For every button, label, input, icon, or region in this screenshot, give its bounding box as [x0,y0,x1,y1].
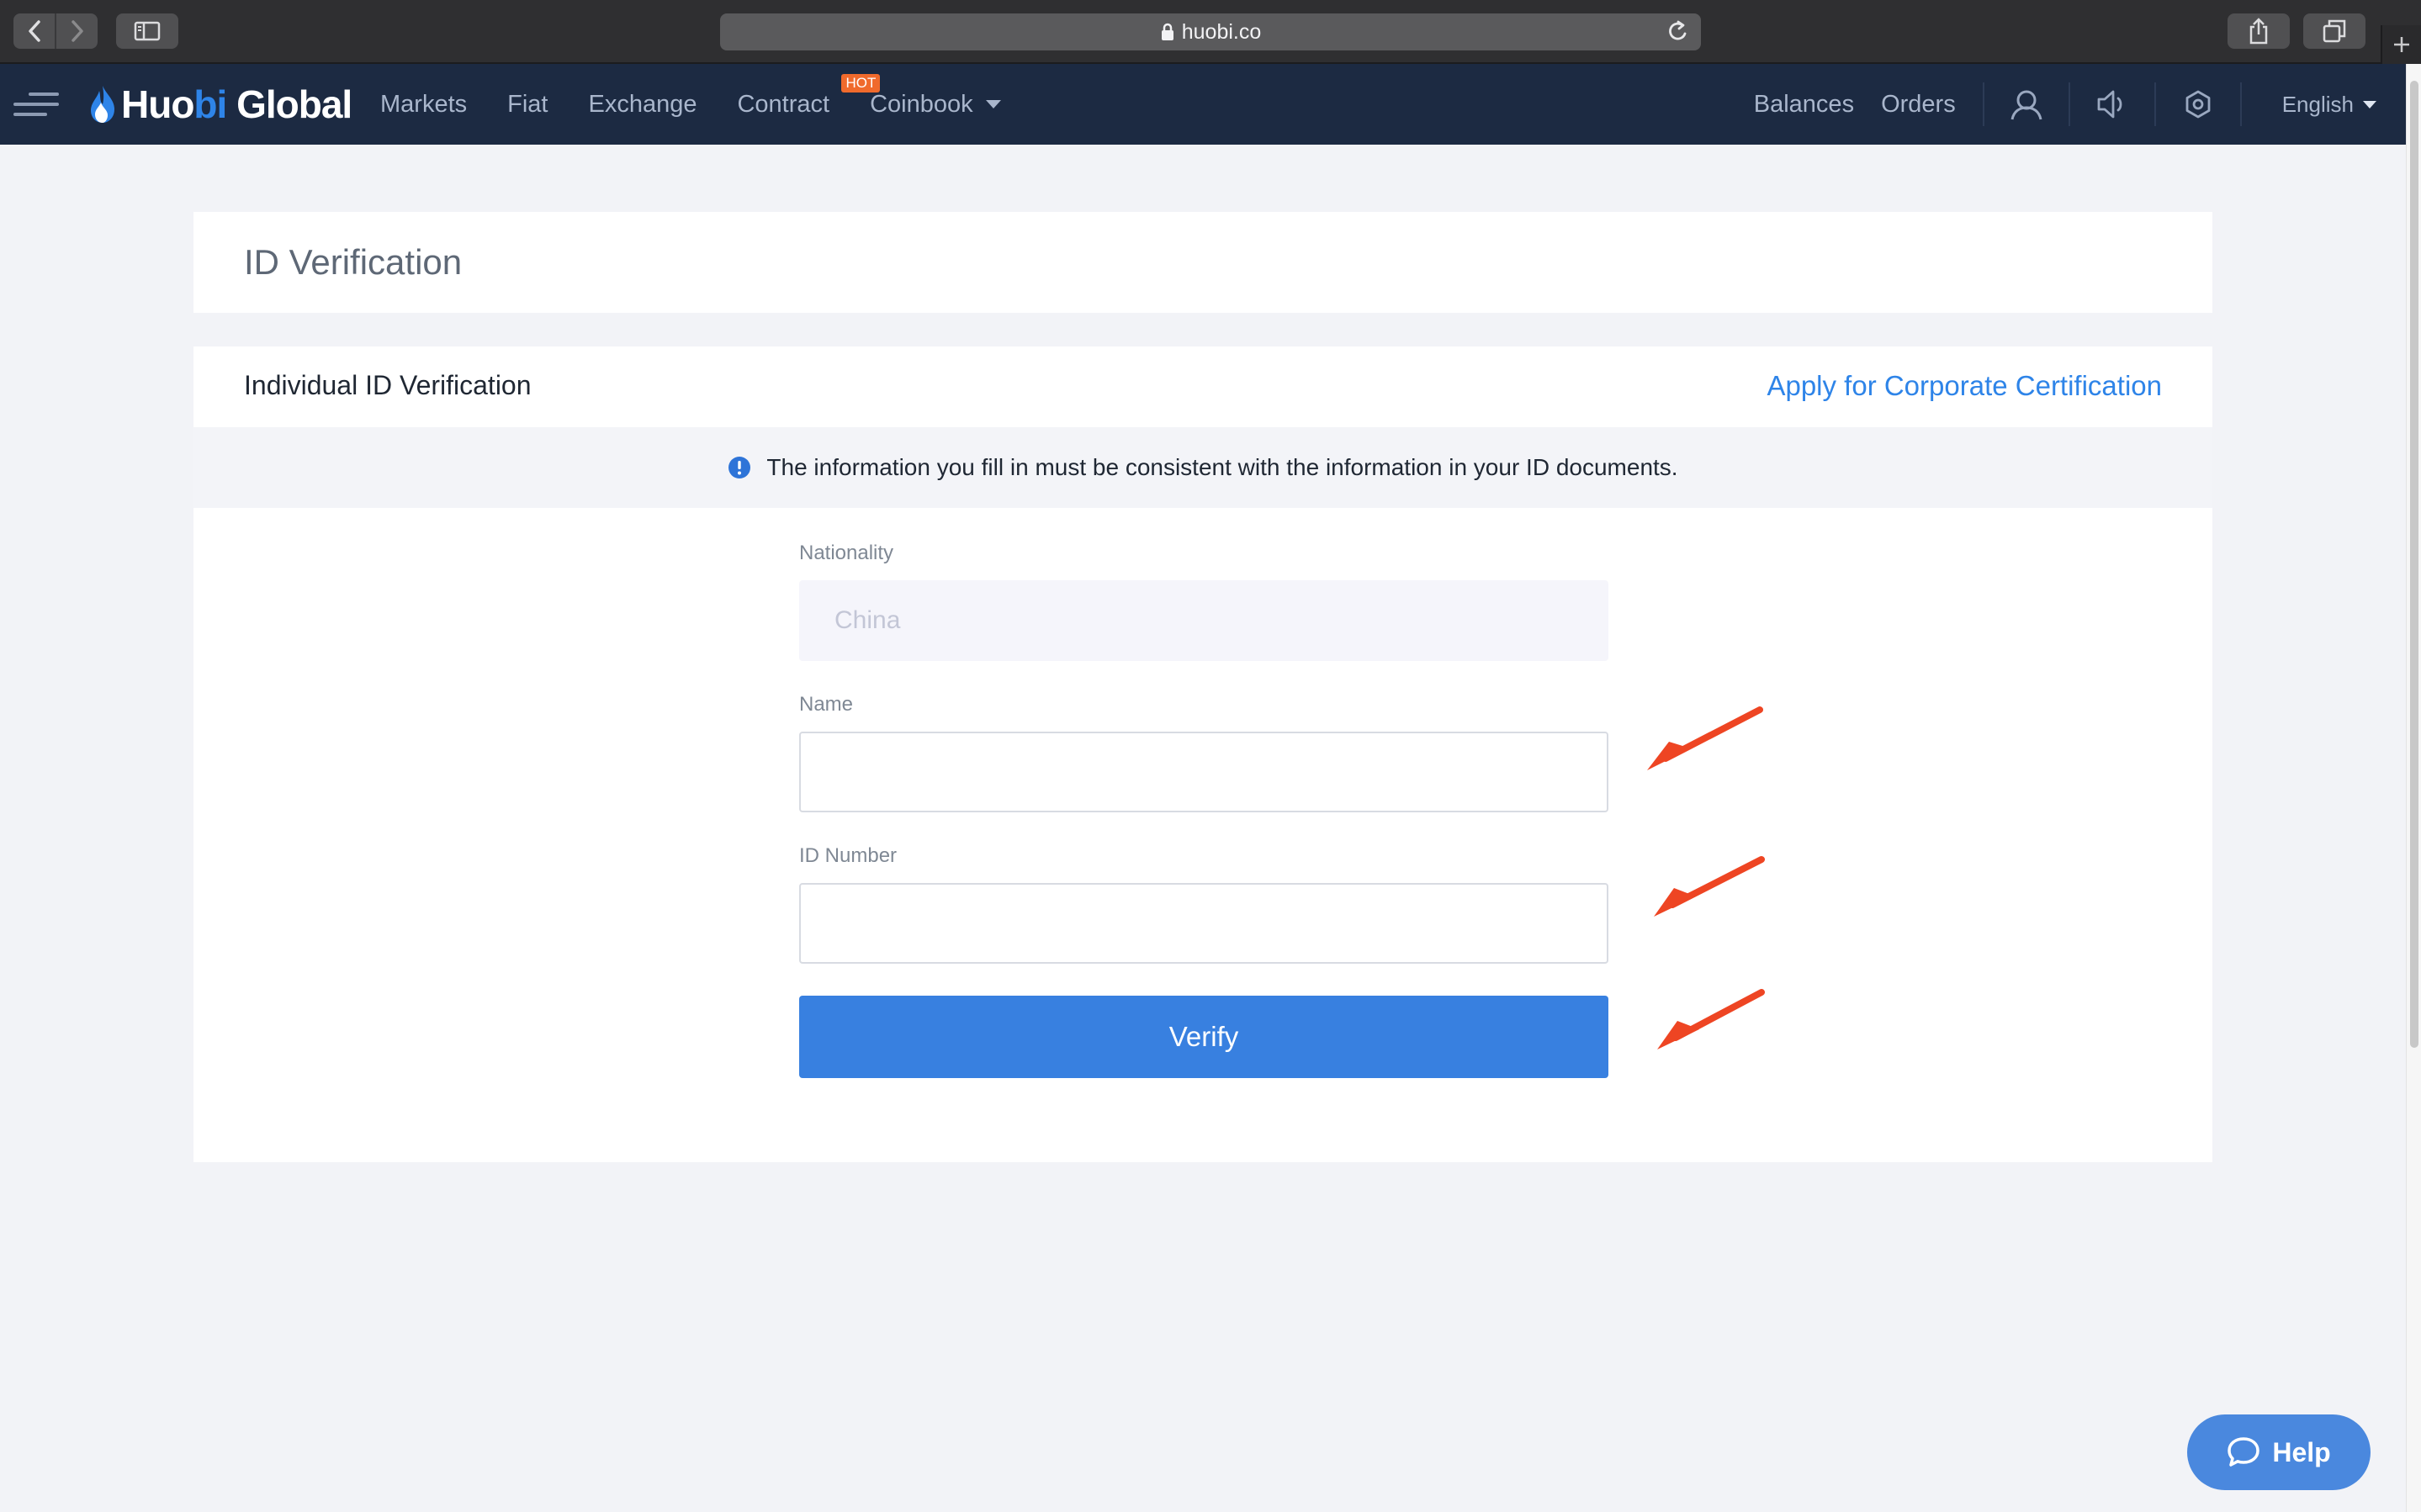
user-icon [2010,90,2042,120]
nav-fiat[interactable]: Fiat [507,91,548,119]
nav-contract[interactable]: Contract HOT [737,73,881,119]
speaker-icon [2097,90,2122,119]
tab-overview-button[interactable] [2303,13,2365,49]
nav-contract-label: Contract [737,90,830,118]
name-label: Name [799,693,854,716]
nav-exchange[interactable]: Exchange [588,91,697,119]
forward-button[interactable] [56,13,98,49]
share-icon [2249,18,2268,45]
notice-bar: The information you fill in must be cons… [193,427,2212,508]
name-input[interactable] [799,732,1608,812]
lock-icon [1161,23,1173,40]
sidebar-toggle-button[interactable] [116,13,178,49]
id-number-label: ID Number [799,844,898,867]
info-icon [728,457,751,478]
annotation-arrow-icon [1654,856,1765,917]
new-tab-button[interactable] [2381,25,2421,64]
chat-bubble-icon [2228,1437,2260,1467]
id-number-input[interactable] [799,883,1608,964]
corporate-certification-link[interactable]: Apply for Corporate Certification [1767,370,2162,402]
address-bar[interactable]: huobi.co [720,13,1701,50]
gear-icon [2185,90,2211,119]
huobi-logo[interactable]: Huobi Global [87,82,352,126]
nationality-input [799,580,1608,661]
chevron-right-icon [71,20,83,42]
verify-button[interactable]: Verify [799,996,1608,1078]
share-button[interactable] [2228,13,2290,49]
nav-coinbook[interactable]: Coinbook [870,91,1002,119]
primary-nav: Markets Fiat Exchange Contract HOT Coinb… [380,64,1042,145]
section-heading: Individual ID Verification [244,370,532,400]
hot-badge: HOT [841,73,881,93]
user-button[interactable] [1984,64,2069,145]
page-title-card: ID Verification [193,212,2212,313]
annotation-arrow-icon [1647,706,1763,770]
address-url: huobi.co [1181,19,1262,44]
nav-markets[interactable]: Markets [380,91,467,119]
site-navbar: Huobi Global Markets Fiat Exchange Contr… [0,64,2406,145]
plus-icon [2394,37,2409,52]
flame-logo-icon [91,86,114,123]
back-forward-buttons [13,13,98,49]
language-selector[interactable]: English [2242,92,2406,118]
name-field: Name [799,693,1608,812]
card-header: Individual ID Verification Apply for Cor… [193,346,2212,427]
chevron-left-icon [28,20,40,42]
scrollbar[interactable] [2406,64,2421,1512]
nav-coinbook-label: Coinbook [870,90,973,118]
verification-form: Nationality Name ID Number Verify [799,542,1608,1078]
browser-toolbar: huobi.co [0,0,2421,64]
nav-orders[interactable]: Orders [1881,91,1956,119]
announcements-button[interactable] [2070,64,2154,145]
caret-down-icon [985,100,1001,108]
account-nav: Balances Orders English [1754,64,2406,145]
help-button[interactable]: Help [2187,1414,2371,1490]
id-number-field: ID Number [799,844,1608,964]
nationality-field: Nationality [799,542,1608,661]
settings-button[interactable] [2156,64,2240,145]
id-verification-card: Individual ID Verification Apply for Cor… [193,346,2212,1162]
caret-down-icon [2363,100,2376,108]
scrollbar-thumb[interactable] [2410,81,2418,1048]
annotation-arrow-icon [1657,989,1765,1049]
reload-icon[interactable] [1667,20,1689,44]
page-title: ID Verification [244,242,463,282]
nationality-label: Nationality [799,542,894,564]
sidebar-icon [134,21,161,41]
help-label: Help [2272,1436,2331,1467]
menu-icon[interactable] [12,89,61,119]
nav-balances[interactable]: Balances [1754,91,1854,119]
back-button[interactable] [13,13,55,49]
tabs-icon [2323,19,2346,43]
language-label: English [2281,91,2354,117]
notice-text: The information you fill in must be cons… [766,454,1678,480]
logo-wordmark: Huobi Global [121,82,352,126]
